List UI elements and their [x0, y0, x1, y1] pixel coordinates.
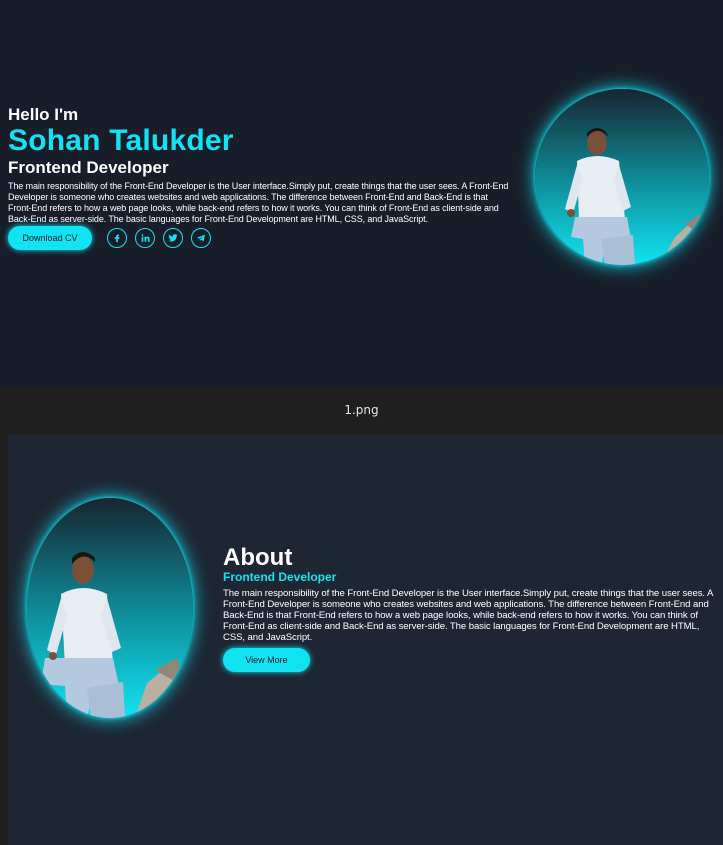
hero-actions: Download CV [8, 226, 211, 250]
file-name-label: 1.png [344, 403, 379, 417]
person-illustration [565, 128, 709, 265]
about-description: The main responsibility of the Front-End… [223, 588, 713, 643]
telegram-link[interactable] [191, 228, 211, 248]
hero-description: The main responsibility of the Front-End… [8, 181, 509, 224]
hero-name: Sohan Talukder [8, 124, 234, 157]
profile-photo [535, 89, 709, 265]
linkedin-link[interactable] [135, 228, 155, 248]
linkedin-icon [141, 234, 150, 242]
view-more-button[interactable]: View More [223, 648, 310, 672]
hero-section: Hello I'm Sohan Talukder Frontend Develo… [0, 0, 723, 387]
about-text: About Frontend Developer The main respon… [223, 544, 718, 644]
facebook-icon [114, 234, 120, 243]
facebook-link[interactable] [107, 228, 127, 248]
about-title: About [223, 544, 293, 571]
about-role: Frontend Developer [223, 570, 337, 584]
hero-text: Hello I'm Sohan Talukder Frontend Develo… [8, 105, 513, 225]
telegram-icon [196, 234, 205, 242]
social-links [107, 228, 211, 248]
download-cv-button[interactable]: Download CV [8, 226, 92, 250]
twitter-icon [168, 234, 178, 242]
hero-role: Frontend Developer [8, 158, 169, 177]
greeting: Hello I'm [8, 105, 79, 124]
person-illustration [41, 552, 193, 718]
about-photo [27, 498, 193, 718]
twitter-link[interactable] [163, 228, 183, 248]
